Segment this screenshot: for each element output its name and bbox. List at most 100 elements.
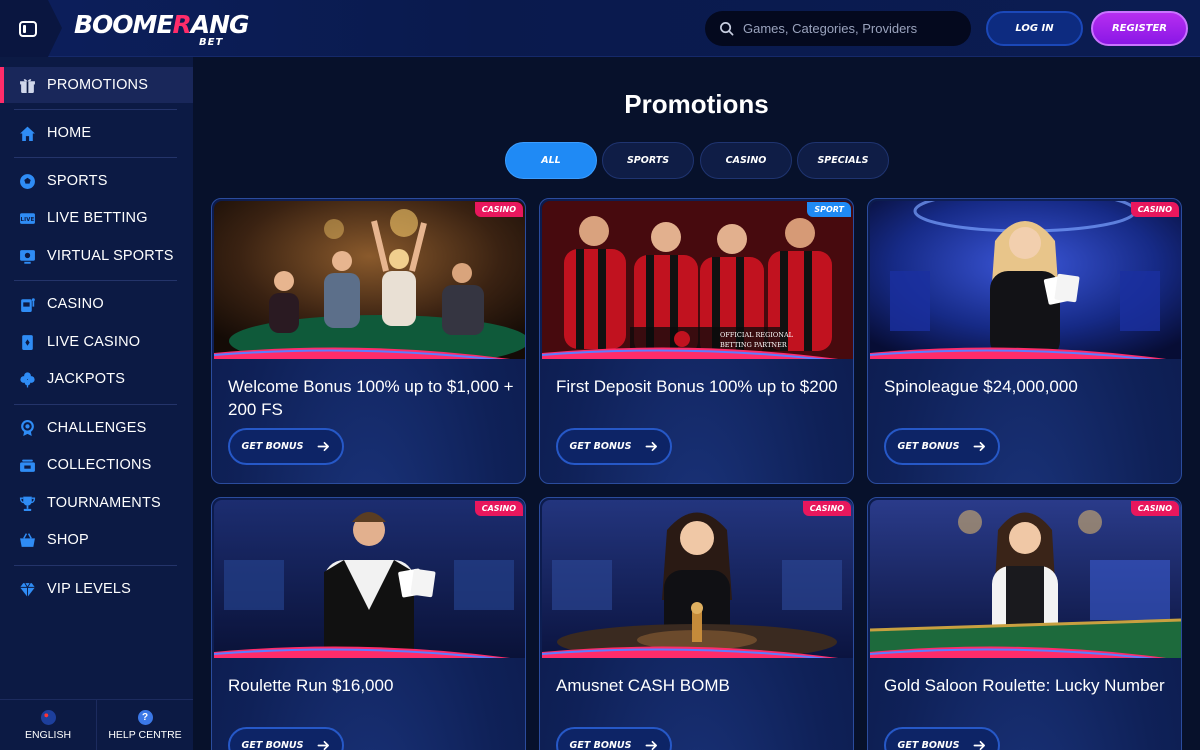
sidebar-item-label: HOME [47, 125, 92, 141]
sidebar-item-promotions[interactable]: PROMOTIONS [0, 67, 193, 103]
tab-all[interactable]: ALL [505, 142, 597, 179]
get-bonus-button[interactable]: GET BONUS [884, 428, 1000, 465]
english-flag-icon [40, 709, 56, 725]
promo-card[interactable]: CASINO Roulette Run $16,000 GET BONUS [211, 497, 526, 750]
arrow-right-icon [974, 740, 986, 750]
diamond-icon [19, 581, 36, 598]
promo-card-image [214, 500, 525, 658]
sidebar-item-live-betting[interactable]: LIVE LIVE BETTING [0, 200, 193, 236]
get-bonus-label: GET BONUS [241, 740, 304, 750]
sidebar-divider [14, 280, 177, 281]
promo-card-image [870, 500, 1181, 658]
register-button[interactable]: REGISTER [1091, 11, 1188, 46]
get-bonus-button[interactable]: GET BONUS [228, 428, 344, 465]
sidebar-item-casino[interactable]: CASINO [0, 286, 193, 322]
sidebar-divider [14, 565, 177, 566]
svg-text:LIVE: LIVE [21, 217, 35, 223]
home-icon [19, 125, 36, 142]
category-badge: CASINO [474, 501, 523, 516]
promo-card[interactable]: CASINO Amusnet CASH BOMB GET BONUS [539, 497, 854, 750]
partner-text-line-1: OFFICIAL REGIONAL [720, 331, 794, 339]
sidebar-item-label: JACKPOTS [47, 371, 126, 387]
tab-sports[interactable]: SPORTS [602, 142, 694, 179]
sidebar-item-label: LIVE BETTING [47, 210, 148, 226]
promo-card[interactable]: CASINO Gold Saloon Roulette: Lucky Numbe… [867, 497, 1182, 750]
sidebar-item-live-casino[interactable]: LIVE CASINO [0, 324, 193, 360]
sidebar-item-challenges[interactable]: CHALLENGES [0, 410, 193, 446]
help-centre-link[interactable]: ? HELP CENTRE [96, 700, 193, 750]
sidebar-item-label: VIRTUAL SPORTS [47, 248, 174, 264]
language-selector[interactable]: ENGLISH [0, 700, 96, 750]
promo-card[interactable]: CASINO Welcome Bonus 100% up to $1,000 +… [211, 198, 526, 484]
sidebar-item-home[interactable]: HOME [0, 115, 193, 151]
sidebar-item-tournaments[interactable]: TOURNAMENTS [0, 485, 193, 521]
sidebar-toggle-button[interactable] [0, 0, 62, 57]
sidebar-item-vip-levels[interactable]: VIP LEVELS [0, 571, 193, 607]
arrow-right-icon [646, 441, 658, 452]
partner-text-line-2: BETTING PARTNER [720, 341, 788, 349]
monitor-icon [19, 248, 36, 265]
basket-icon [19, 532, 36, 549]
sidebar-item-label: SPORTS [47, 173, 108, 189]
category-badge: CASINO [802, 501, 851, 516]
promo-card-title: Amusnet CASH BOMB [556, 676, 730, 695]
promo-card[interactable]: CASINO Spinoleague $24,000,000 GET BONUS [867, 198, 1182, 484]
top-header: BOOMERANG BET LOG IN REGISTER [0, 0, 1200, 57]
language-label: ENGLISH [24, 728, 72, 741]
get-bonus-label: GET BONUS [569, 740, 632, 750]
sidebar-item-sports[interactable]: SPORTS [0, 163, 193, 199]
sidebar-item-shop[interactable]: SHOP [0, 522, 193, 558]
logo-wordmark: BOOMERANG [74, 10, 250, 39]
medal-icon [19, 419, 36, 437]
slot-machine-icon [19, 296, 36, 313]
sidebar-item-virtual-sports[interactable]: VIRTUAL SPORTS [0, 238, 193, 274]
get-bonus-button[interactable]: GET BONUS [556, 428, 672, 465]
clover-icon [19, 371, 36, 388]
sidebar-divider [14, 157, 177, 158]
promo-card-title: Welcome Bonus 100% up to $1,000 + 200 FS [228, 377, 514, 419]
promo-card-title: Spinoleague $24,000,000 [884, 377, 1078, 396]
sidebar-item-label: LIVE CASINO [47, 334, 141, 350]
sidebar-item-label: VIP LEVELS [47, 581, 131, 597]
live-tv-icon: LIVE [19, 210, 36, 227]
promo-card-title: First Deposit Bonus 100% up to $200 [556, 377, 838, 396]
search-input[interactable] [743, 21, 953, 36]
sidebar-item-label: PROMOTIONS [47, 77, 149, 93]
get-bonus-button[interactable]: GET BONUS [556, 727, 672, 750]
get-bonus-button[interactable]: GET BONUS [228, 727, 344, 750]
tab-specials[interactable]: SPECIALS [797, 142, 889, 179]
promo-card[interactable]: OFFICIAL REGIONAL BETTING PARTNER SPORT … [539, 198, 854, 484]
arrow-right-icon [318, 441, 330, 452]
sidebar-item-collections[interactable]: COLLECTIONS [0, 447, 193, 483]
logo-subtext: BET [199, 37, 224, 48]
sidebar-toggle-icon [19, 20, 37, 37]
arrow-right-icon [318, 740, 330, 750]
promo-card-image [214, 201, 525, 359]
get-bonus-label: GET BONUS [569, 441, 632, 452]
promo-card-title: Roulette Run $16,000 [228, 676, 394, 695]
category-badge: CASINO [474, 202, 523, 217]
get-bonus-button[interactable]: GET BONUS [884, 727, 1000, 750]
promo-card-title: Gold Saloon Roulette: Lucky Number [884, 676, 1165, 695]
login-button[interactable]: LOG IN [986, 11, 1083, 46]
sidebar-item-label: CASINO [47, 296, 104, 312]
soccer-ball-icon [19, 173, 36, 190]
search-icon [720, 22, 734, 36]
category-badge: CASINO [1130, 501, 1179, 516]
search-bar[interactable] [705, 11, 971, 46]
gift-icon [19, 77, 36, 94]
sidebar-footer: ENGLISH ? HELP CENTRE [0, 699, 193, 750]
trophy-icon [19, 495, 36, 512]
arrow-right-icon [646, 740, 658, 750]
promo-card-image [870, 201, 1181, 359]
sidebar-item-label: TOURNAMENTS [47, 495, 161, 511]
main-content: Promotions ALL SPORTS CASINO SPECIALS CA… [193, 57, 1200, 750]
help-label: HELP CENTRE [108, 728, 182, 741]
tab-casino[interactable]: CASINO [700, 142, 792, 179]
sidebar-item-label: CHALLENGES [47, 420, 147, 436]
sidebar-divider [14, 404, 177, 405]
sidebar-item-jackpots[interactable]: JACKPOTS [0, 361, 193, 397]
promo-card-image [542, 500, 853, 658]
sidebar-item-label: COLLECTIONS [47, 457, 152, 473]
boomerang-bet-logo[interactable]: BOOMERANG BET [74, 10, 250, 50]
